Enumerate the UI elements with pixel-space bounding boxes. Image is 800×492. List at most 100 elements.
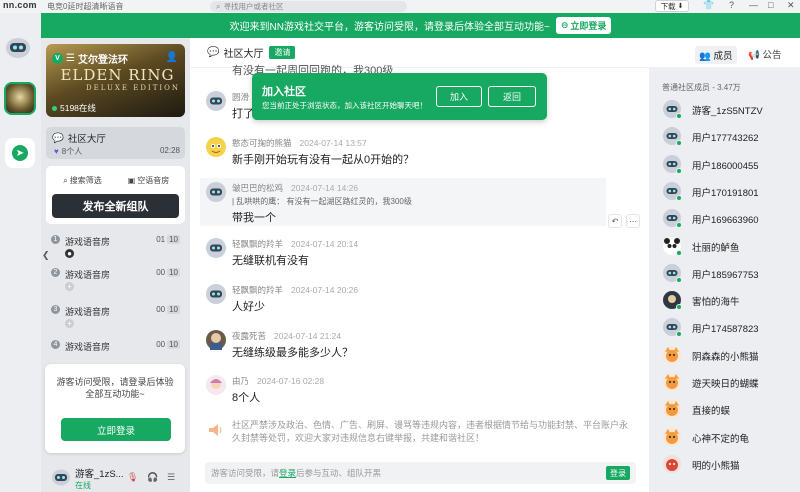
close-icon[interactable]: ✕ xyxy=(787,0,795,11)
member-item[interactable]: 用户174587823 xyxy=(663,318,798,340)
members-tab-label: 成员 xyxy=(713,51,733,62)
sidebar-item-lobby[interactable]: 💬 社区大厅 ♥ 8个人 02:28 xyxy=(46,127,185,159)
voice-room[interactable]: 3 游戏语音房 00 10 + xyxy=(49,305,182,335)
room-member-avatar[interactable]: ● xyxy=(65,249,74,258)
member-item[interactable]: 直接的蜈 xyxy=(663,400,798,422)
member-list-heading: 普通社区成员 - 3.47万 xyxy=(662,83,741,92)
chat-message[interactable]: 夜露死苦 2024-07-14 21:24 无缝练级最多能多少人？ xyxy=(206,330,626,362)
member-item[interactable]: 用户169663960 xyxy=(663,209,798,231)
banner-login-button[interactable]: ⊖ 立即登录 xyxy=(555,17,612,34)
join-room-plus-icon[interactable]: + xyxy=(65,319,74,328)
user-avatar[interactable] xyxy=(206,137,226,157)
member-item[interactable]: 明的小熊猫 xyxy=(663,454,798,477)
user-avatar[interactable] xyxy=(206,284,226,304)
publish-team-button[interactable]: 发布全新组队 xyxy=(52,194,179,218)
menu-icon[interactable]: ☰ xyxy=(66,53,75,64)
help-icon[interactable]: ? xyxy=(729,0,734,10)
self-status-bar: 游客_1zS... 在线 🎙 🎧 ☰ xyxy=(41,462,190,492)
lobby-name-row: 💬 社区大厅 xyxy=(52,131,106,146)
message-author: 皱巴巴的松鸡 2024-07-14 14:26 xyxy=(232,182,358,194)
server-card[interactable]: V ☰ 艾尔登法环 👤 ELDEN RING DELUXE EDITION 51… xyxy=(46,44,185,117)
guest-banner: 欢迎来到NN游戏社交平台，游客访问受限，请登录后体验全部互动功能~ ⊖ 立即登录 xyxy=(41,13,800,38)
member-list: 普通社区成员 - 3.47万 游客_1zS5NTZV 用户177743262 用户1… xyxy=(649,68,800,492)
discover-button[interactable]: ➤ xyxy=(5,138,35,168)
composer-login-button[interactable]: 登录 xyxy=(606,466,630,480)
lobby-time: 02:28 xyxy=(159,146,180,155)
member-avatar[interactable] xyxy=(663,454,681,473)
member-item[interactable]: 用户170191801 xyxy=(663,181,798,204)
message-composer[interactable]: 游客访问受限，请登录后参与互动、组队开黑 登录 xyxy=(205,462,636,484)
room-number: 1 xyxy=(51,235,60,244)
user-avatar[interactable] xyxy=(206,91,226,111)
voice-room[interactable]: 2 游戏语音房 00 10 + xyxy=(49,268,182,298)
search-filter-button[interactable]: ⌕ 搜索筛选 xyxy=(52,173,113,188)
elden-ring-community-icon[interactable] xyxy=(4,82,36,115)
reply-icon[interactable]: ↶ xyxy=(608,214,622,228)
join-community-popup: 加入社区 您当前正处于浏览状态，加入该社区开始聊天吧！ 加入 返回 xyxy=(252,73,547,120)
user-avatar[interactable] xyxy=(206,375,226,395)
settings-sliders-icon[interactable]: ☰ xyxy=(167,472,175,483)
member-avatar[interactable] xyxy=(663,373,681,391)
member-item[interactable]: 害怕的海牛 xyxy=(663,291,798,313)
member-name: 心神不定的龟 xyxy=(692,433,750,445)
chat-message[interactable]: 轻飘飘的羚羊 2024-07-14 20:14 无缝联机有没有 xyxy=(206,238,626,270)
join-room-plus-icon[interactable]: + xyxy=(65,282,74,291)
room-number: 2 xyxy=(51,268,60,277)
member-name: 明的小熊猫 xyxy=(692,460,740,472)
member-item[interactable]: 遊天映日的蝴蝶 xyxy=(663,373,798,395)
global-search-input[interactable]: ⌕ 寻找用户或者社区 xyxy=(210,1,407,12)
chat-message[interactable]: 皱巴巴的松鸡 2024-07-14 14:26 | 乱哄哄的鹰： 有没有一起湖区路… xyxy=(200,178,606,226)
member-name: 用户177743262 xyxy=(692,133,759,145)
chat-message[interactable]: 轻飘飘的羚羊 2024-07-14 20:26 人好少 xyxy=(206,284,626,316)
server-title: V ☰ 艾尔登法环 xyxy=(52,51,128,66)
chat-message[interactable]: 由乃 2024-07-16 02:28 8个人 xyxy=(206,375,626,407)
tab-members[interactable]: 👥 成员 xyxy=(695,46,737,64)
tab-notice[interactable]: 📢 公告 xyxy=(748,47,782,61)
download-button[interactable]: 下载 ⬇ xyxy=(655,0,689,12)
notice-tab-label: 公告 xyxy=(762,50,782,61)
online-status-icon xyxy=(676,140,682,147)
room-max: 10 xyxy=(167,305,180,314)
maximize-icon[interactable]: □ xyxy=(768,0,773,10)
member-name: 直接的蜈 xyxy=(692,406,731,418)
join-button[interactable]: 加入 xyxy=(436,86,482,107)
member-item[interactable]: 阴森森的小熊猫 xyxy=(663,345,798,368)
user-avatar[interactable] xyxy=(206,182,226,202)
member-item[interactable]: 用户186000455 xyxy=(663,154,798,177)
self-avatar[interactable] xyxy=(51,467,71,487)
shirt-icon[interactable]: 👕 xyxy=(703,0,714,11)
message-time: 2024-07-14 13:57 xyxy=(299,138,367,148)
member-item[interactable]: 用户185967753 xyxy=(663,263,798,286)
member-name: 害怕的海牛 xyxy=(692,297,740,309)
team-panel: ⌕ 搜索筛选 ▣ 空语音房 发布全新组队 xyxy=(46,166,185,224)
member-item[interactable]: 心神不定的龟 xyxy=(663,427,798,450)
guest-card-login-button[interactable]: 立即登录 xyxy=(61,418,171,441)
game-logo: ELDEN RING xyxy=(60,66,175,84)
member-item[interactable]: 游客_1zS5NTZV xyxy=(663,100,798,122)
more-icon[interactable]: ⋯ xyxy=(626,214,640,228)
chat-message[interactable]: 憨态可掬的熊猫 2024-07-14 13:57 新手刚开始玩有没有一起从0开始的… xyxy=(206,137,626,169)
empty-room-button[interactable]: ▣ 空语音房 xyxy=(118,173,179,188)
minimize-icon[interactable]: — xyxy=(749,0,758,10)
member-item[interactable]: 用户177743262 xyxy=(663,127,798,149)
room-name: 游戏语音房 xyxy=(65,307,111,317)
user-avatar[interactable] xyxy=(206,330,226,350)
composer-login-link[interactable]: 登录 xyxy=(279,468,296,478)
room-current: 01 xyxy=(156,235,166,244)
back-button[interactable]: 返回 xyxy=(488,86,536,107)
room-name: 游戏语音房 xyxy=(65,270,111,280)
member-item[interactable]: 壮丽的鲈鱼 xyxy=(663,236,798,259)
room-number: 3 xyxy=(51,305,60,314)
login-icon: ⊖ xyxy=(560,20,569,30)
headphone-icon[interactable]: 🎧 xyxy=(147,472,158,483)
voice-room[interactable]: 1 游戏语音房 01 10 ● xyxy=(49,235,182,265)
member-avatar[interactable] xyxy=(663,345,681,364)
add-user-icon[interactable]: 👤 xyxy=(166,52,178,63)
member-avatar[interactable] xyxy=(663,400,681,419)
mic-muted-icon[interactable]: 🎙 xyxy=(127,472,138,483)
collapse-sidebar-icon[interactable]: ❮ xyxy=(42,250,50,261)
members-icon: 👥 xyxy=(699,51,711,62)
robot-avatar-icon[interactable] xyxy=(5,35,31,59)
member-avatar[interactable] xyxy=(663,427,681,446)
user-avatar[interactable] xyxy=(206,238,226,258)
